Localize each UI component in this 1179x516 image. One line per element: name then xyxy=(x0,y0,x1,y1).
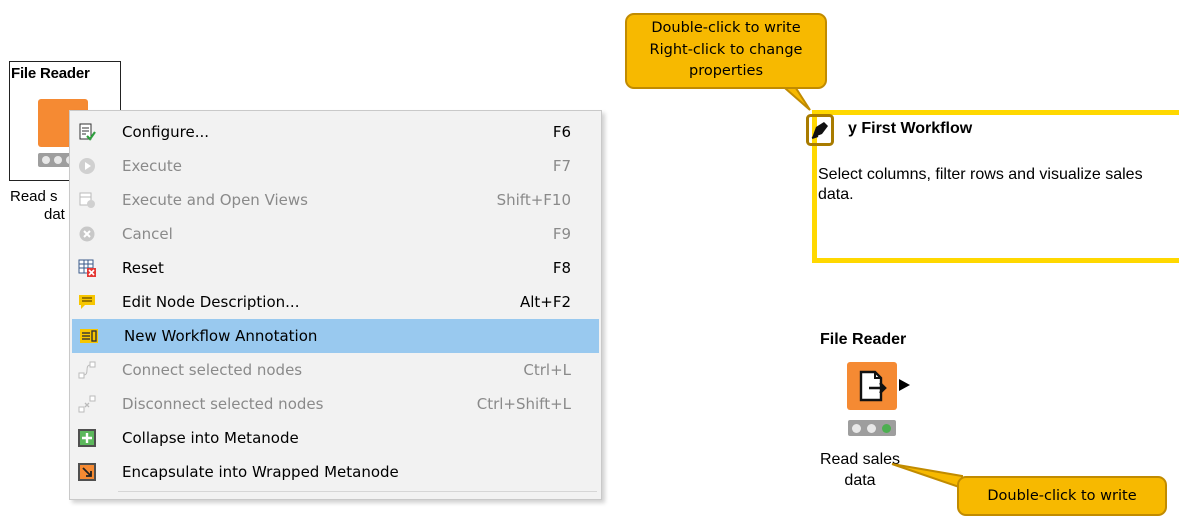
menu-item-label: Cancel xyxy=(122,225,173,243)
menu-item-shortcut: Shift+F10 xyxy=(496,191,571,209)
menu-item-label: Configure... xyxy=(122,123,210,141)
menu-item-label: Execute and Open Views xyxy=(122,191,308,209)
menu-item-cancel[interactable]: Cancel F9 xyxy=(70,217,601,251)
menu-item-disconnect-selected-nodes[interactable]: Disconnect selected nodes Ctrl+Shift+L xyxy=(70,387,601,421)
menu-item-execute-open-views[interactable]: Execute and Open Views Shift+F10 xyxy=(70,183,601,217)
menu-item-shortcut: F7 xyxy=(552,157,571,175)
menu-item-label: Reset xyxy=(122,259,164,277)
menu-item-connect-selected-nodes[interactable]: Connect selected nodes Ctrl+L xyxy=(70,353,601,387)
disconnect-nodes-icon xyxy=(78,395,96,413)
menu-item-new-workflow-annotation[interactable]: New Workflow Annotation xyxy=(72,319,599,353)
menu-item-shortcut: F9 xyxy=(552,225,571,243)
callout-node-label-hint: Double-click to write xyxy=(957,476,1167,516)
node-title-left: File Reader xyxy=(11,65,90,82)
menu-item-label: Connect selected nodes xyxy=(122,361,303,379)
menu-item-shortcut: Ctrl+Shift+L xyxy=(476,395,571,413)
execute-open-views-icon xyxy=(78,191,96,209)
menu-item-edit-node-description[interactable]: Edit Node Description... Alt+F2 xyxy=(70,285,601,319)
menu-item-label: New Workflow Annotation xyxy=(124,327,318,345)
node-context-menu: Configure... F6 Execute F7 Execute and O… xyxy=(69,110,602,500)
annotation-text[interactable]: Select columns, filter rows and visualiz… xyxy=(818,165,1158,205)
edit-description-icon xyxy=(78,293,96,311)
annotation-icon xyxy=(80,327,98,345)
menu-item-label: Encapsulate into Wrapped Metanode xyxy=(122,463,399,481)
cancel-icon xyxy=(78,225,96,243)
menu-item-encapsulate-into-wrapped-metanode[interactable]: Encapsulate into Wrapped Metanode xyxy=(70,455,601,489)
menu-item-shortcut: Alt+F2 xyxy=(519,293,571,311)
connect-nodes-icon xyxy=(78,361,96,379)
menu-item-label: Collapse into Metanode xyxy=(122,429,299,447)
annotation-title[interactable]: y First Workflow xyxy=(820,120,972,138)
node-title-right[interactable]: File Reader xyxy=(820,331,906,349)
collapse-metanode-icon xyxy=(78,429,96,447)
menu-item-shortcut: F8 xyxy=(552,259,571,277)
node-status-traffic-light xyxy=(848,420,896,436)
output-port-icon[interactable] xyxy=(897,378,911,392)
menu-item-shortcut: F6 xyxy=(552,123,571,141)
menu-item-collapse-into-metanode[interactable]: Collapse into Metanode xyxy=(70,421,601,455)
reset-icon xyxy=(78,259,96,277)
callout-annotation-hint: Double-click to write Right-click to cha… xyxy=(625,13,827,89)
menu-separator xyxy=(118,491,597,492)
configure-icon xyxy=(78,123,96,141)
menu-item-configure[interactable]: Configure... F6 xyxy=(70,115,601,149)
file-reader-node-icon[interactable] xyxy=(847,362,897,410)
menu-item-reset[interactable]: Reset F8 xyxy=(70,251,601,285)
annotation-edit-handle-icon[interactable] xyxy=(806,114,834,151)
menu-item-shortcut: Ctrl+L xyxy=(523,361,571,379)
menu-item-execute[interactable]: Execute F7 xyxy=(70,149,601,183)
menu-item-label: Execute xyxy=(122,157,182,175)
execute-icon xyxy=(78,157,96,175)
menu-item-label: Disconnect selected nodes xyxy=(122,395,324,413)
node-label-left[interactable]: Read s dat xyxy=(10,188,65,224)
wrapped-metanode-icon xyxy=(78,463,96,481)
menu-item-label: Edit Node Description... xyxy=(122,293,300,311)
